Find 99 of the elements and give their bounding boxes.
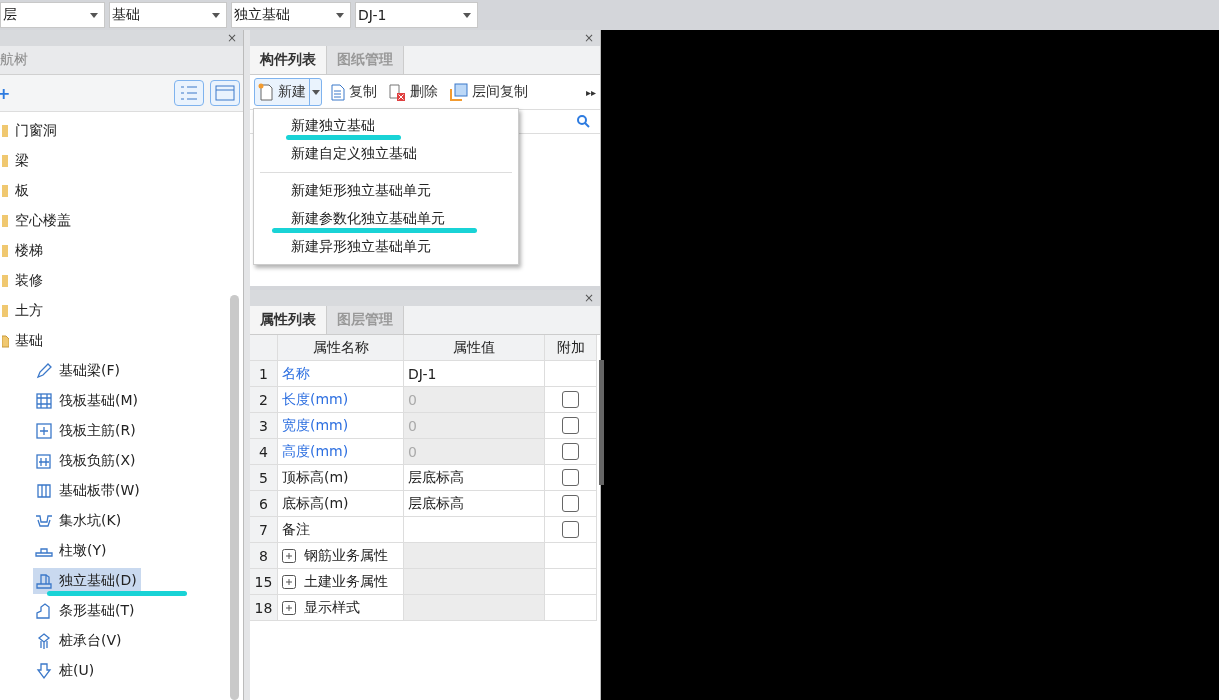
caret-icon	[336, 12, 344, 18]
toolbar-button[interactable]: 层间复制	[447, 79, 531, 105]
row-number: 5	[250, 465, 278, 491]
table-cell: 底标高(m)	[278, 491, 404, 517]
expand-icon[interactable]	[282, 548, 296, 563]
cross-square-icon	[35, 422, 53, 440]
row-number: 2	[250, 387, 278, 413]
menu-item[interactable]: 新建参数化独立基础单元	[291, 210, 445, 228]
group-label: 土建业务属性	[304, 572, 388, 591]
table-cell	[545, 569, 597, 595]
row-number: 4	[250, 439, 278, 465]
tree-item[interactable]: 条形基础(T)	[33, 598, 139, 624]
scrollbar[interactable]	[230, 295, 239, 700]
tree-item[interactable]: 基础梁(F)	[33, 358, 124, 384]
caret-icon	[212, 12, 220, 18]
menu-item[interactable]: 新建异形独立基础单元	[291, 238, 431, 256]
caret-icon	[311, 89, 320, 95]
list-icon	[180, 85, 198, 101]
menu-item[interactable]: 新建自定义独立基础	[291, 145, 417, 163]
table-cell[interactable]	[404, 517, 545, 543]
caret-icon	[90, 12, 98, 18]
tree-item[interactable]: 基础板带(W)	[33, 478, 144, 504]
table-cell: 顶标高(m)	[278, 465, 404, 491]
table-cell[interactable]: 层底标高	[404, 465, 545, 491]
checkbox[interactable]	[562, 469, 579, 486]
document-icon	[258, 83, 274, 101]
toolbar-button[interactable]: 复制	[328, 79, 380, 105]
search-icon[interactable]	[577, 115, 590, 128]
columns-icon	[35, 482, 53, 500]
new-button[interactable]: 新建	[255, 79, 309, 105]
expand-icon[interactable]	[282, 574, 296, 589]
delete-icon	[389, 83, 406, 101]
row-number: 6	[250, 491, 278, 517]
dropdown-button[interactable]	[309, 79, 321, 105]
row-number: 8	[250, 543, 278, 569]
panel-title: 航树	[0, 51, 28, 69]
column-header: 附加	[545, 335, 597, 361]
dropdown-field[interactable]: 基础	[109, 2, 227, 28]
dropdown-field[interactable]: 独立基础	[231, 2, 351, 28]
tree-item[interactable]: 梁	[0, 148, 33, 174]
pencil-icon	[35, 362, 53, 380]
bars-square-icon	[35, 452, 53, 470]
column-header: 属性值	[404, 335, 545, 361]
tree-item[interactable]: 柱墩(Y)	[33, 538, 111, 564]
row-number: 3	[250, 413, 278, 439]
column-header: 属性名称	[278, 335, 404, 361]
tree-item[interactable]: 装修	[0, 268, 47, 294]
tree-item[interactable]: 筏板基础(M)	[33, 388, 142, 414]
expand-icon[interactable]	[282, 600, 296, 615]
window-icon	[215, 85, 235, 101]
tab[interactable]: 构件列表	[250, 46, 327, 74]
dropdown-field[interactable]: DJ-1	[355, 2, 478, 28]
tree-item[interactable]: 楼梯	[0, 238, 47, 264]
tree-item[interactable]: 门窗洞	[0, 118, 61, 144]
close-button[interactable]: ×	[226, 32, 237, 44]
tree-item[interactable]: 筏板负筋(X)	[33, 448, 140, 474]
group-label: 显示样式	[304, 598, 360, 617]
more-button[interactable]: ▸▸	[585, 86, 596, 98]
scrollbar[interactable]	[599, 360, 604, 485]
pile-icon	[35, 662, 53, 680]
tree-item[interactable]: 桩(U)	[33, 658, 99, 684]
tab[interactable]: 属性列表	[250, 306, 327, 334]
footing-icon	[35, 602, 53, 620]
tree-item[interactable]: 空心楼盖	[0, 208, 75, 234]
grid-icon	[35, 392, 53, 410]
tree-item[interactable]: 土方	[0, 298, 47, 324]
table-cell: 备注	[278, 517, 404, 543]
dropdown-field[interactable]: 层	[0, 2, 105, 28]
checkbox[interactable]	[562, 521, 579, 538]
menu-item[interactable]: 新建矩形独立基础单元	[291, 182, 431, 200]
document-icon	[331, 83, 345, 101]
pit-icon	[35, 512, 53, 530]
table-cell: 高度(mm)	[278, 439, 404, 465]
group-label: 钢筋业务属性	[304, 546, 388, 565]
table-cell[interactable]: DJ-1	[404, 361, 545, 387]
close-button[interactable]: ×	[583, 32, 594, 44]
table-cell: 长度(mm)	[278, 387, 404, 413]
table-cell: 宽度(mm)	[278, 413, 404, 439]
tree-item[interactable]: 基础	[0, 328, 47, 354]
tree-item[interactable]: 独立基础(D)	[33, 568, 141, 594]
row-number: 18	[250, 595, 278, 621]
caret-icon	[463, 12, 471, 18]
row-number: 7	[250, 517, 278, 543]
close-button[interactable]: ×	[583, 292, 594, 304]
toolbar-button[interactable]: 删除	[386, 79, 441, 105]
checkbox[interactable]	[562, 495, 579, 512]
layers-icon	[450, 83, 468, 101]
tree-item[interactable]: 集水坑(K)	[33, 508, 126, 534]
table-cell[interactable]: 层底标高	[404, 491, 545, 517]
row-number: 15	[250, 569, 278, 595]
table-cell: 名称	[278, 361, 404, 387]
tree-item[interactable]: 板	[0, 178, 33, 204]
row-number: 1	[250, 361, 278, 387]
table-cell	[545, 595, 597, 621]
tree-item[interactable]: 筏板主筋(R)	[33, 418, 140, 444]
menu-item[interactable]: 新建独立基础	[291, 117, 375, 135]
new-split-button[interactable]: 新建	[254, 78, 322, 106]
tree-item[interactable]: 桩承台(V)	[33, 628, 126, 654]
block-icon	[35, 572, 53, 590]
